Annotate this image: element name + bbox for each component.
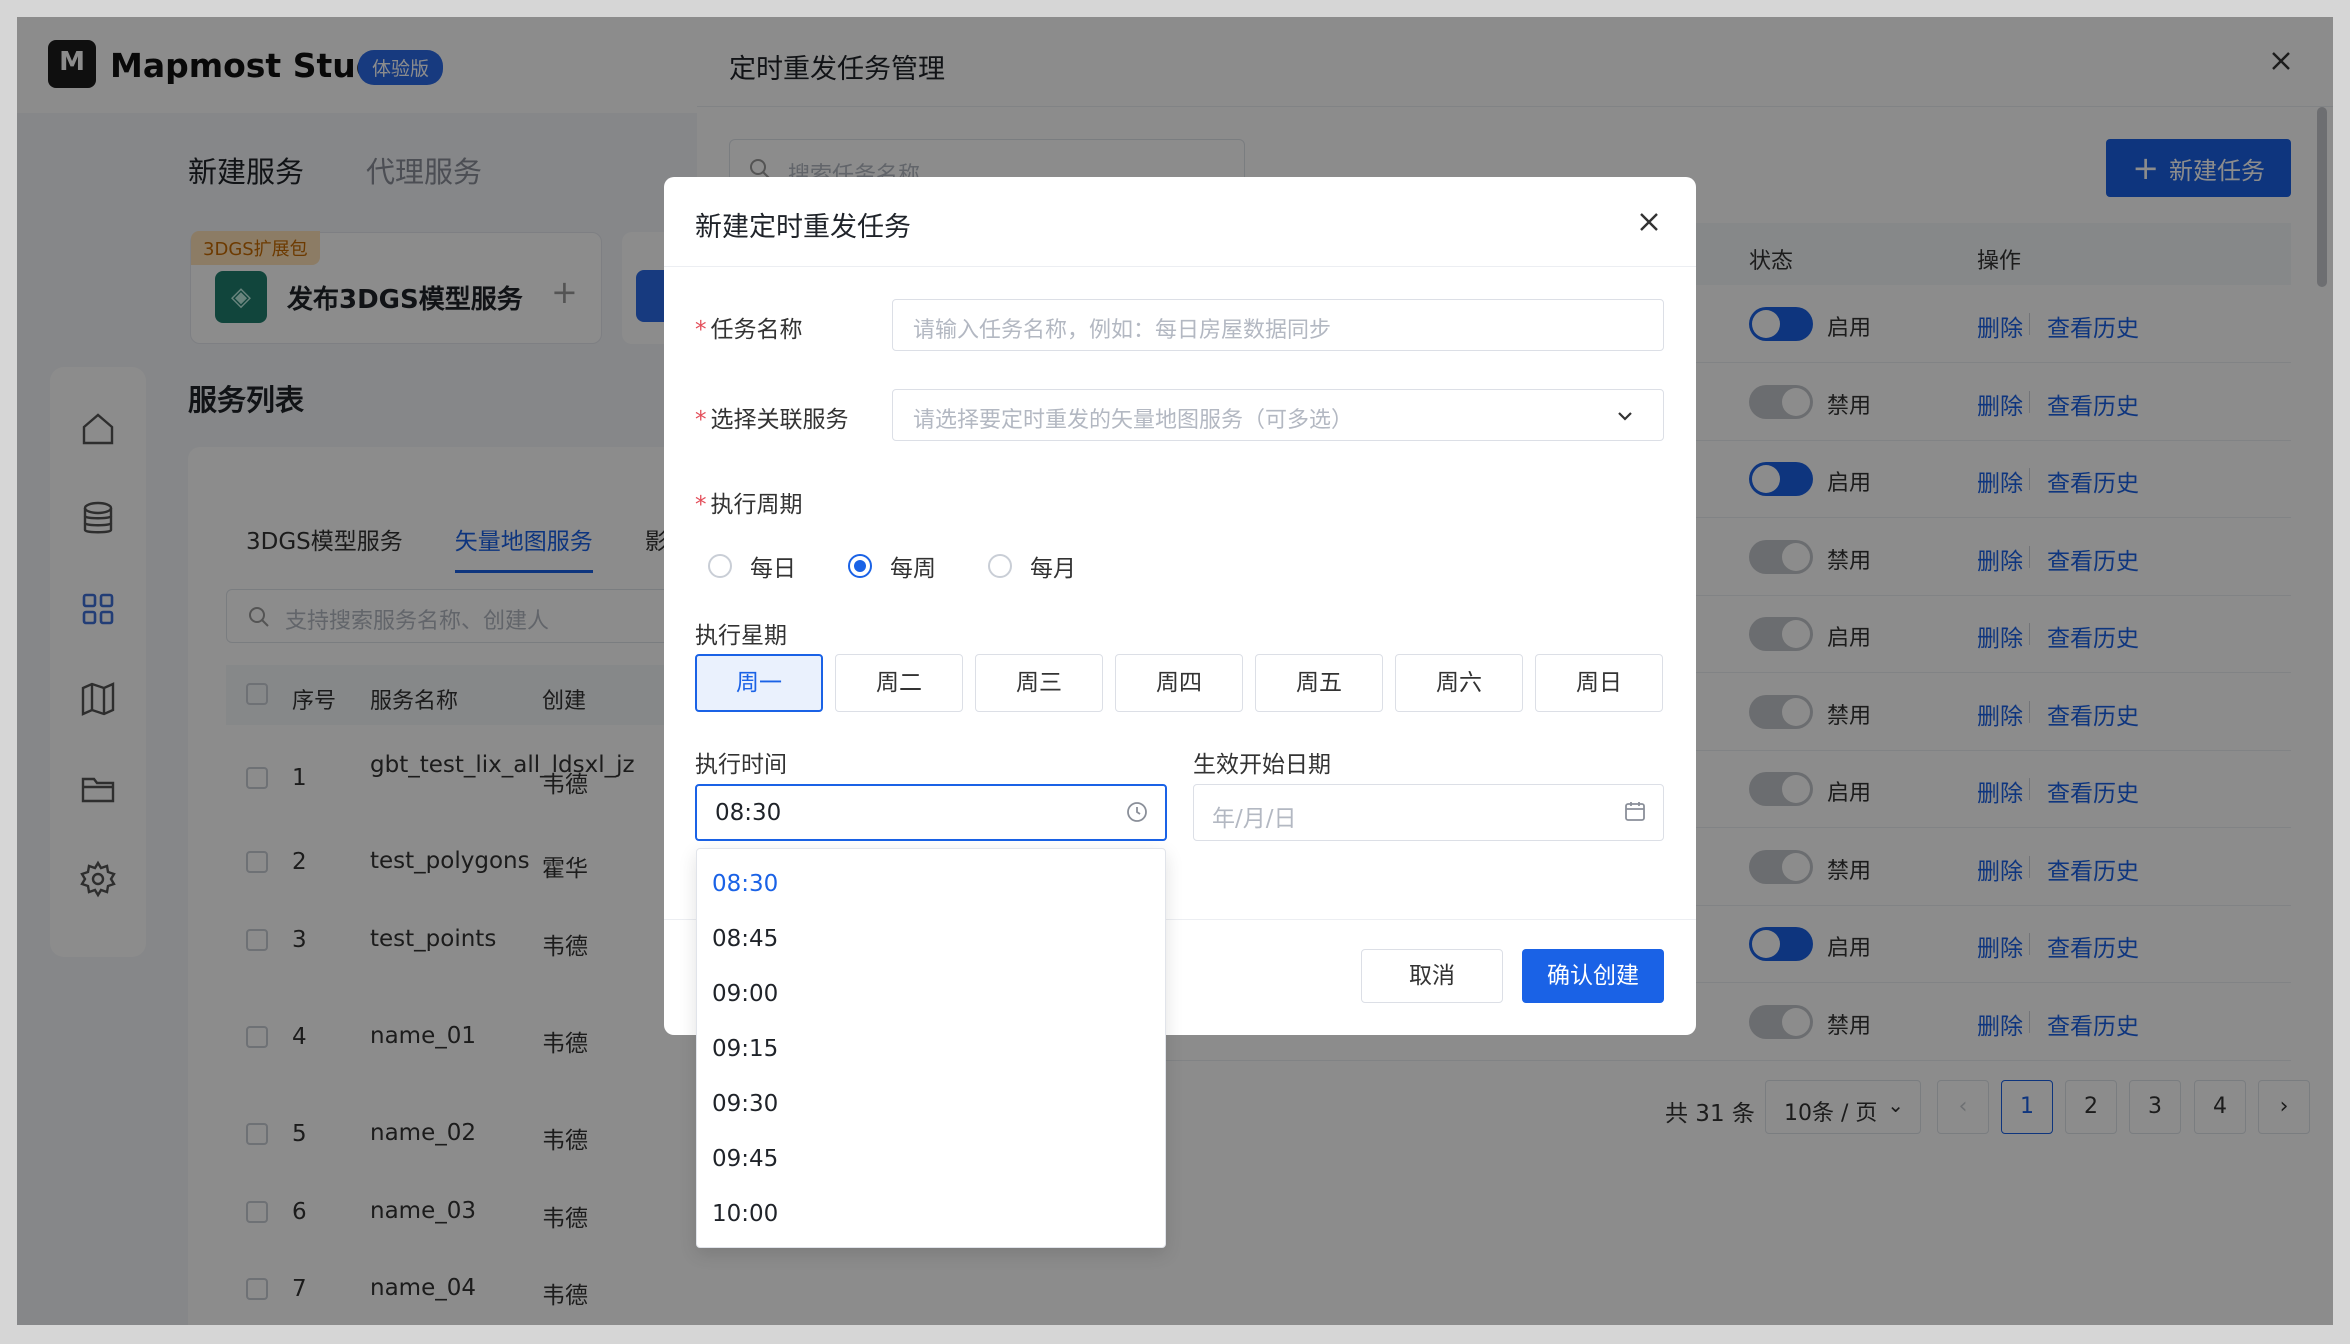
cancel-button[interactable]: 取消 — [1361, 949, 1503, 1003]
modal-title: 新建定时重发任务 — [695, 212, 911, 243]
weekday-fri[interactable]: 周五 — [1255, 654, 1383, 712]
radio-circle — [708, 554, 732, 578]
weekday-label: 执行星期 — [695, 623, 787, 649]
time-option[interactable]: 08:30 — [697, 861, 1165, 916]
clock-icon — [1127, 802, 1147, 822]
time-option[interactable]: 09:00 — [697, 971, 1165, 1026]
task-name-input[interactable]: 请输入任务名称，例如：每日房屋数据同步 — [892, 299, 1664, 351]
weekday-mon[interactable]: 周一 — [695, 654, 823, 712]
radio-label: 每周 — [890, 556, 936, 582]
time-option[interactable]: 09:15 — [697, 1026, 1165, 1081]
time-option[interactable]: 09:45 — [697, 1136, 1165, 1191]
radio-daily[interactable]: 每日 — [708, 549, 796, 583]
radio-monthly[interactable]: 每月 — [988, 549, 1076, 583]
radio-circle — [848, 554, 872, 578]
time-value: 08:30 — [715, 800, 782, 826]
time-dropdown: 08:30 08:45 09:00 09:15 09:30 09:45 10:0… — [696, 848, 1166, 1248]
service-select[interactable]: 请选择要定时重发的矢量地图服务（可多选） — [892, 389, 1664, 441]
modal-header: 新建定时重发任务 — [664, 177, 1696, 267]
radio-circle — [988, 554, 1012, 578]
confirm-create-button[interactable]: 确认创建 — [1522, 949, 1664, 1003]
date-placeholder: 年/月/日 — [1212, 806, 1297, 832]
time-option[interactable]: 10:00 — [697, 1191, 1165, 1246]
period-label: * 执行周期 — [695, 492, 803, 518]
time-option[interactable]: 08:45 — [697, 916, 1165, 971]
weekday-wed[interactable]: 周三 — [975, 654, 1103, 712]
task-name-label: * 任务名称 — [695, 317, 803, 343]
weekday-sun[interactable]: 周日 — [1535, 654, 1663, 712]
calendar-icon — [1625, 802, 1645, 821]
weekday-selector: 周一 周二 周三 周四 周五 周六 周日 — [695, 654, 1663, 712]
close-icon[interactable] — [1634, 207, 1664, 237]
task-name-placeholder: 请输入任务名称，例如：每日房屋数据同步 — [913, 318, 1332, 343]
weekday-tue[interactable]: 周二 — [835, 654, 963, 712]
service-placeholder: 请选择要定时重发的矢量地图服务（可多选） — [913, 408, 1354, 433]
start-date-input[interactable]: 年/月/日 — [1193, 784, 1664, 841]
start-date-label: 生效开始日期 — [1193, 752, 1331, 778]
weekday-sat[interactable]: 周六 — [1395, 654, 1523, 712]
radio-label: 每日 — [750, 556, 796, 582]
app-overlay — [17, 17, 697, 1325]
chevron-down-icon — [1618, 412, 1632, 421]
time-input[interactable]: 08:30 — [695, 784, 1167, 841]
time-option[interactable]: 09:30 — [697, 1081, 1165, 1136]
weekday-thu[interactable]: 周四 — [1115, 654, 1243, 712]
service-label: * 选择关联服务 — [695, 407, 849, 433]
radio-label: 每月 — [1030, 556, 1076, 582]
time-label: 执行时间 — [695, 752, 787, 778]
period-radio-group: 每日 每周 每月 — [708, 549, 1076, 583]
radio-weekly[interactable]: 每周 — [848, 549, 936, 583]
